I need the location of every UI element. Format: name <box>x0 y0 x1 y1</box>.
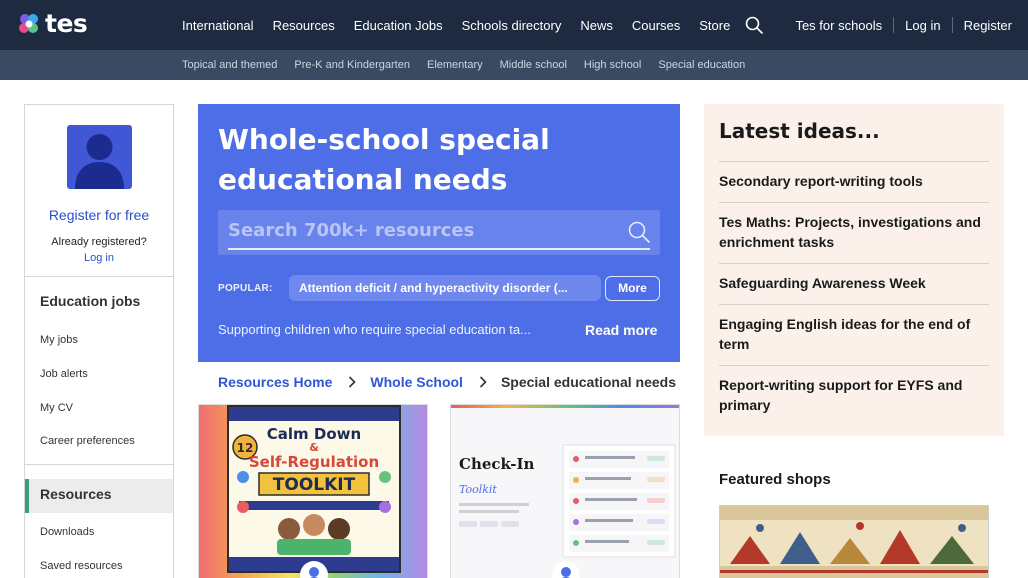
hero-description: Supporting children who require special … <box>218 322 531 337</box>
nav-separator <box>951 17 953 33</box>
card-title-line: Check-In <box>459 455 535 473</box>
divider <box>719 263 989 264</box>
nav-courses[interactable]: Courses <box>632 18 680 33</box>
search-icon[interactable] <box>628 221 650 243</box>
already-registered-text: Already registered? <box>51 236 147 248</box>
divider <box>25 464 173 465</box>
divider <box>719 202 989 203</box>
subnav-special-education[interactable]: Special education <box>658 59 745 71</box>
resource-thumbnail: 12 Calm Down & Self-Regulation TOOLKIT <box>227 405 401 573</box>
subnav-high-school[interactable]: High school <box>584 59 641 71</box>
nav-separator <box>893 17 895 33</box>
divider <box>25 276 173 277</box>
resource-search[interactable]: Search 700k+ resources <box>218 210 660 255</box>
divider <box>719 161 989 162</box>
popular-label: POPULAR: <box>218 283 273 294</box>
left-sidebar: Register for free Already registered? Lo… <box>24 104 174 578</box>
tes-logo[interactable]: tes <box>16 9 88 38</box>
card-title-line: Self-Regulation <box>249 453 379 471</box>
nav-news[interactable]: News <box>580 18 613 33</box>
card-title-line: Toolkit <box>459 483 497 496</box>
latest-ideas-panel: Latest ideas... Secondary report-writing… <box>704 104 1004 436</box>
sidebar-item-my-cv[interactable]: My CV <box>40 402 73 414</box>
divider <box>719 365 989 366</box>
search-icon[interactable] <box>745 16 763 34</box>
latest-ideas-heading: Latest ideas... <box>719 119 880 143</box>
tapestry-image <box>720 506 988 578</box>
nav-resources[interactable]: Resources <box>273 18 335 33</box>
breadcrumb-resources-home[interactable]: Resources Home <box>218 374 332 390</box>
sidebar-login-link[interactable]: Log in <box>25 252 173 264</box>
calm-down-toolkit-cover: 12 Calm Down & Self-Regulation TOOLKIT <box>229 407 399 571</box>
resource-card[interactable]: 12 Calm Down & Self-Regulation TOOLKIT <box>198 404 428 578</box>
nav-store[interactable]: Store <box>699 18 730 33</box>
main-nav: International Resources Education Jobs S… <box>182 0 749 50</box>
more-tags-button[interactable]: More <box>605 276 660 301</box>
subnav-middle-school[interactable]: Middle school <box>500 59 567 71</box>
hero-banner: Whole-school special educational needs r… <box>198 104 680 362</box>
resource-card-badge <box>552 561 580 578</box>
search-input[interactable]: Search 700k+ resources <box>228 220 474 241</box>
breadcrumb-whole-school[interactable]: Whole School <box>370 374 463 390</box>
check-in-toolkit-cover: Check-In Toolkit <box>459 444 676 558</box>
account-nav: Tes for schools Log in Register <box>795 0 1012 50</box>
card-color-strip <box>451 405 679 408</box>
subnav-prek[interactable]: Pre-K and Kindergarten <box>294 59 410 71</box>
sidebar-item-downloads[interactable]: Downloads <box>40 526 94 538</box>
register-free-link[interactable]: Register for free <box>25 207 173 223</box>
card-title-line: TOOLKIT <box>273 475 356 495</box>
sidebar-item-job-alerts[interactable]: Job alerts <box>40 368 88 380</box>
sub-nav: Topical and themed Pre-K and Kindergarte… <box>182 50 762 80</box>
sidebar-item-my-jobs[interactable]: My jobs <box>40 334 78 346</box>
tes-logo-icon <box>19 14 38 33</box>
idea-link[interactable]: Engaging English ideas for the end of te… <box>719 314 989 354</box>
chevron-right-icon <box>479 376 487 388</box>
featured-shops-heading: Featured shops <box>719 471 831 488</box>
nav-education-jobs[interactable]: Education Jobs <box>354 18 443 33</box>
sidebar-item-saved-resources[interactable]: Saved resources <box>40 560 123 572</box>
register-link[interactable]: Register <box>964 18 1012 33</box>
divider <box>719 304 989 305</box>
read-more-link[interactable]: Read more <box>585 322 657 338</box>
resources-heading[interactable]: Resources <box>40 486 112 502</box>
subnav-elementary[interactable]: Elementary <box>427 59 483 71</box>
subnav-topical[interactable]: Topical and themed <box>182 59 277 71</box>
education-jobs-heading[interactable]: Education jobs <box>40 293 140 309</box>
idea-link[interactable]: Report-writing support for EYFS and prim… <box>719 375 989 415</box>
sub-nav-bar: Topical and themed Pre-K and Kindergarte… <box>0 50 1028 80</box>
logo-text: tes <box>45 9 88 38</box>
breadcrumb: Resources Home Whole School Special educ… <box>218 373 676 391</box>
idea-link[interactable]: Secondary report-writing tools <box>719 171 989 191</box>
idea-link[interactable]: Safeguarding Awareness Week <box>719 273 989 293</box>
featured-shop-banner[interactable] <box>719 505 989 578</box>
login-link[interactable]: Log in <box>905 18 940 33</box>
search-underline <box>228 248 650 250</box>
tes-for-schools-link[interactable]: Tes for schools <box>795 18 882 33</box>
chevron-right-icon <box>349 376 357 388</box>
user-avatar-icon <box>67 125 132 189</box>
resource-card-badge <box>300 561 328 578</box>
nav-international[interactable]: International <box>182 18 254 33</box>
breadcrumb-current: Special educational needs <box>500 374 677 390</box>
resource-card[interactable]: Check-In Toolkit <box>450 404 680 578</box>
nav-schools-directory[interactable]: Schools directory <box>462 18 562 33</box>
idea-link[interactable]: Tes Maths: Projects, investigations and … <box>719 212 989 252</box>
sidebar-item-career-preferences[interactable]: Career preferences <box>40 435 135 447</box>
top-header: tes International Resources Education Jo… <box>0 0 1028 50</box>
popular-tag-adhd[interactable]: Attention deficit / and hyperactivity di… <box>289 275 601 301</box>
